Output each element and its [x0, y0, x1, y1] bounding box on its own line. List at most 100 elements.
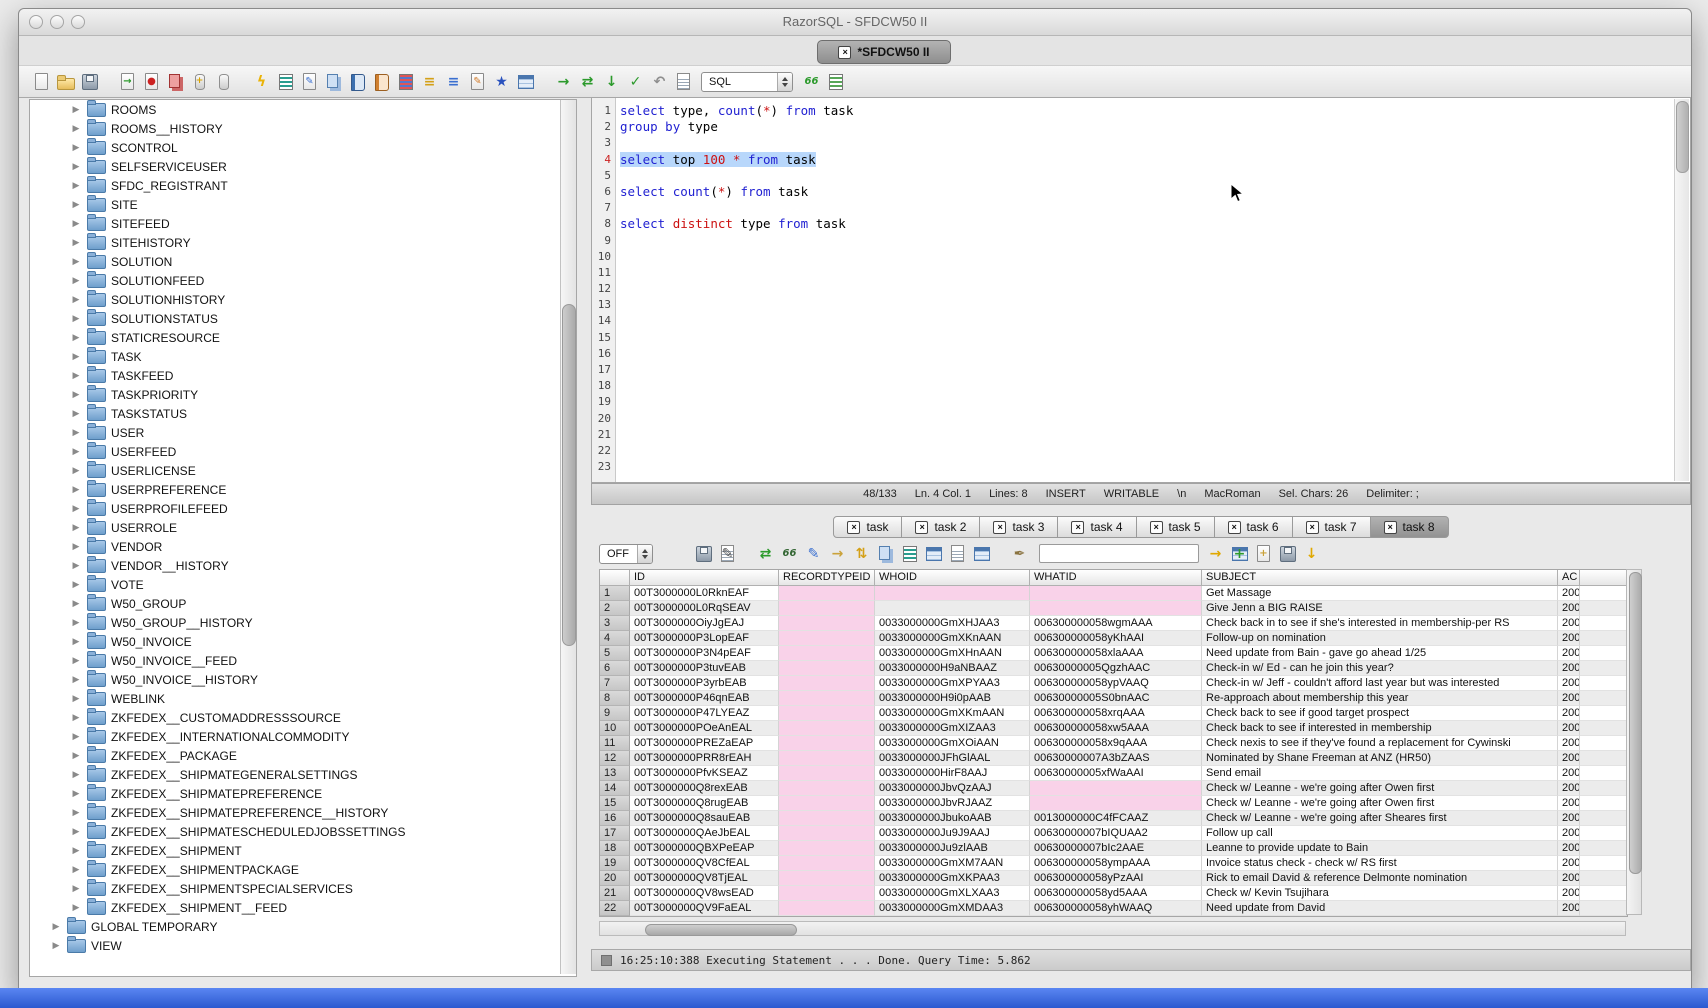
sidebar-item[interactable]: ▶W50_INVOICE__FEED: [30, 651, 576, 670]
table-cell-whatid[interactable]: 006300000058yd5AAA: [1030, 886, 1202, 901]
sidebar-item[interactable]: ▶SFDC_REGISTRANT: [30, 176, 576, 195]
column-header[interactable]: SUBJECT: [1202, 570, 1558, 586]
table-cell-ac[interactable]: 200: [1558, 691, 1580, 706]
table-cell-whatid[interactable]: 00630000005QgzhAAC: [1030, 661, 1202, 676]
disclosure-triangle-icon[interactable]: ▶: [71, 465, 81, 476]
table-cell-whatid[interactable]: 006300000058ypVAAQ: [1030, 676, 1202, 691]
table-cell-whatid[interactable]: 00630000007A3bZAAS: [1030, 751, 1202, 766]
save-icon[interactable]: [79, 71, 100, 92]
table-cell-recordtypeid[interactable]: [779, 646, 875, 661]
table-cell-id[interactable]: 00T3000000PRR8rEAH: [630, 751, 779, 766]
table-row[interactable]: 1700T3000000QAeJbEAL0033000000Ju9J9AAJ00…: [600, 826, 1627, 841]
grid-horizontal-scrollbar[interactable]: [599, 921, 1626, 936]
column-header-blank[interactable]: [600, 570, 630, 586]
table-cell-id[interactable]: 00T3000000QBXPeEAP: [630, 841, 779, 856]
refresh-results-icon[interactable]: ⇄: [755, 543, 776, 564]
table-cell-whatid[interactable]: 006300000058x9qAAA: [1030, 736, 1202, 751]
table-row[interactable]: 400T3000000P3LopEAF0033000000GmXKnAAN006…: [600, 631, 1627, 646]
sidebar-item[interactable]: ▶TASKSTATUS: [30, 404, 576, 423]
table-row[interactable]: 1300T3000000PfvKSEAZ0033000000HirF8AAJ00…: [600, 766, 1627, 781]
copy-rows-icon[interactable]: [947, 543, 968, 564]
sidebar-item[interactable]: ▶USERPREFERENCE: [30, 480, 576, 499]
sidebar-item[interactable]: ▶USERLICENSE: [30, 461, 576, 480]
table-cell-id[interactable]: 00T3000000OiyJgEAJ: [630, 616, 779, 631]
table-cell-whatid[interactable]: 006300000058xrqAAA: [1030, 706, 1202, 721]
table-cell-ac[interactable]: 200: [1558, 781, 1580, 796]
table-cell-whatid[interactable]: 006300000058ympAAA: [1030, 856, 1202, 871]
sidebar-item[interactable]: ▶ROOMS__HISTORY: [30, 119, 576, 138]
sidebar-item[interactable]: ▶VENDOR__HISTORY: [30, 556, 576, 575]
table-cell-recordtypeid[interactable]: [779, 616, 875, 631]
freeze-pane-icon[interactable]: [923, 543, 944, 564]
sidebar-item[interactable]: ▶ZKFEDEX__SHIPMATEPREFERENCE__HISTORY: [30, 803, 576, 822]
export-data-icon[interactable]: ●: [141, 71, 162, 92]
close-connection-icon[interactable]: ×: [838, 46, 851, 59]
table-cell-recordtypeid[interactable]: [779, 736, 875, 751]
table-cell-ac[interactable]: 200: [1558, 856, 1580, 871]
table-cell-subject[interactable]: Check back to see if interested in membe…: [1202, 721, 1558, 736]
table-cell-ac[interactable]: 200: [1558, 841, 1580, 856]
table-cell-id[interactable]: 00T3000000P47LYEAZ: [630, 706, 779, 721]
sidebar-item[interactable]: ▶GLOBAL TEMPORARY: [30, 917, 576, 936]
result-tab[interactable]: ×task 3: [980, 516, 1058, 538]
table-cell-recordtypeid[interactable]: [779, 751, 875, 766]
column-header[interactable]: AC: [1558, 570, 1580, 586]
tree-scrollbar[interactable]: [560, 100, 576, 974]
table-cell-subject[interactable]: Check back in to see if she's interested…: [1202, 616, 1558, 631]
execute-sql-icon[interactable]: ϟ: [251, 71, 272, 92]
close-tab-icon[interactable]: ×: [1228, 521, 1241, 534]
table-cell-subject[interactable]: Invoice status check - check w/ RS first: [1202, 856, 1558, 871]
table-cell-ac[interactable]: 200: [1558, 736, 1580, 751]
disclosure-triangle-icon[interactable]: ▶: [71, 674, 81, 685]
table-cell-ac[interactable]: 200: [1558, 796, 1580, 811]
table-cell-id[interactable]: 00T3000000P3tuvEAB: [630, 661, 779, 676]
edit-results-icon[interactable]: ✎: [717, 543, 738, 564]
table-cell-whatid[interactable]: 006300000058xw5AAA: [1030, 721, 1202, 736]
disclosure-triangle-icon[interactable]: ▶: [71, 446, 81, 457]
edit-sql-icon[interactable]: ✎: [467, 71, 488, 92]
disclosure-triangle-icon[interactable]: ▶: [71, 598, 81, 609]
table-row[interactable]: 2000T3000000QV8TjEAL0033000000GmXKPAA300…: [600, 871, 1627, 886]
table-cell-ac[interactable]: 200: [1558, 886, 1580, 901]
sidebar-item[interactable]: ▶USERROLE: [30, 518, 576, 537]
result-tab[interactable]: ×task 5: [1137, 516, 1215, 538]
table-row[interactable]: 300T3000000OiyJgEAJ0033000000GmXHJAA3006…: [600, 616, 1627, 631]
disclosure-triangle-icon[interactable]: ▶: [71, 788, 81, 799]
table-cell-whatid[interactable]: 006300000058yKhAAI: [1030, 631, 1202, 646]
table-cell-recordtypeid[interactable]: [779, 661, 875, 676]
table-cell-ac[interactable]: 200: [1558, 631, 1580, 646]
sidebar-item[interactable]: ▶ZKFEDEX__INTERNATIONALCOMMODITY: [30, 727, 576, 746]
sidebar-item[interactable]: ▶ZKFEDEX__CUSTOMADDRESSSOURCE: [30, 708, 576, 727]
grid-hscrollbar-thumb[interactable]: [645, 924, 797, 936]
result-tab[interactable]: ×task 2: [902, 516, 980, 538]
go-arrow-icon[interactable]: →: [553, 71, 574, 92]
sidebar-item[interactable]: ▶ROOMS: [30, 100, 576, 119]
table-cell-id[interactable]: 00T3000000Q8rugEAB: [630, 796, 779, 811]
table-cell-id[interactable]: 00T3000000QAeJbEAL: [630, 826, 779, 841]
table-cell-subject[interactable]: Check w/ Leanne - we're going after Owen…: [1202, 781, 1558, 796]
insert-row-icon[interactable]: →: [827, 543, 848, 564]
table-cell-subject[interactable]: Check nexis to see if they've found a re…: [1202, 736, 1558, 751]
result-tab[interactable]: ×task 8: [1371, 516, 1449, 538]
table-row[interactable]: 500T3000000P3N4pEAF0033000000GmXHnAAN006…: [600, 646, 1627, 661]
table-row[interactable]: 2100T3000000QV8wsEAD0033000000GmXLXAA300…: [600, 886, 1627, 901]
sidebar-item[interactable]: ▶SOLUTIONFEED: [30, 271, 576, 290]
column-header-blank[interactable]: [1580, 570, 1627, 586]
disclosure-triangle-icon[interactable]: ▶: [71, 313, 81, 324]
sidebar-item[interactable]: ▶SELFSERVICEUSER: [30, 157, 576, 176]
format-sql-icon[interactable]: ≡: [443, 71, 464, 92]
select-stepper[interactable]: [777, 73, 792, 91]
export-results-icon[interactable]: +: [1229, 543, 1250, 564]
table-cell-whoid[interactable]: 0033000000GmXKPAA3: [875, 871, 1030, 886]
table-cell-subject[interactable]: Give Jenn a BIG RAISE: [1202, 601, 1558, 616]
table-row[interactable]: 1500T3000000Q8rugEAB0033000000JbvRJAAZCh…: [600, 796, 1627, 811]
close-tab-icon[interactable]: ×: [1306, 521, 1319, 534]
max-rows-select[interactable]: OFF: [599, 544, 653, 564]
table-cell-subject[interactable]: Follow up call: [1202, 826, 1558, 841]
table-cell-subject[interactable]: Check w/ Leanne - we're going after Owen…: [1202, 796, 1558, 811]
column-header[interactable]: ID: [630, 570, 779, 586]
close-tab-icon[interactable]: ×: [1150, 521, 1163, 534]
table-cell-whoid[interactable]: [875, 601, 1030, 616]
sidebar-item[interactable]: ▶W50_GROUP: [30, 594, 576, 613]
view-row-icon[interactable]: 66: [779, 543, 800, 564]
